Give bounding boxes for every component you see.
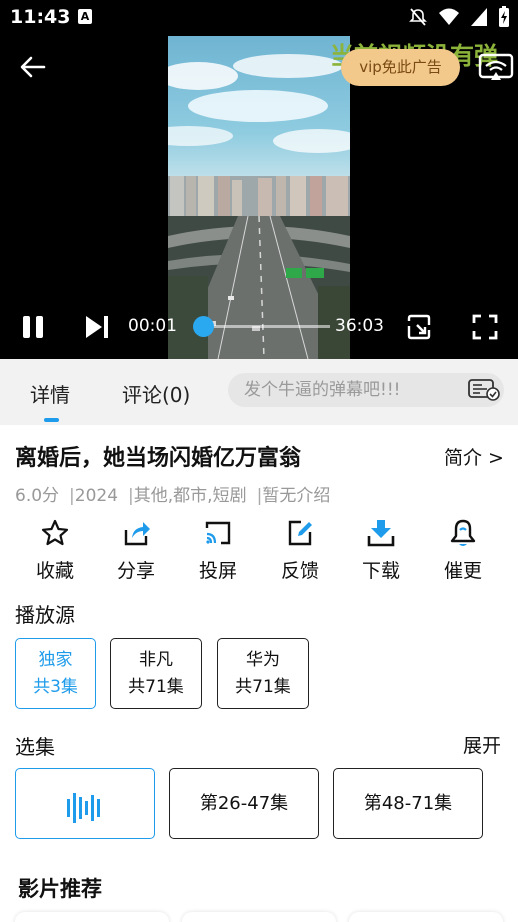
source-count: 共71集 [235, 677, 291, 697]
urge-update-button[interactable]: 催更 [432, 518, 494, 583]
intro-link[interactable]: 简介 > [444, 443, 504, 470]
share-icon [124, 522, 150, 546]
tab-details[interactable]: 详情 [30, 379, 70, 408]
episodes-section-label: 选集 [15, 735, 55, 759]
recommend-card[interactable] [15, 912, 169, 922]
drama-year: 2024 [74, 486, 119, 506]
drama-score: 6.0分 [15, 486, 60, 506]
source-count: 共71集 [128, 677, 184, 697]
source-name: 华为 [246, 650, 280, 670]
drama-title: 离婚后，她当场闪婚亿万富翁 [15, 446, 302, 471]
star-icon [41, 519, 69, 546]
action-bar: 收藏 分享 投屏 反馈 下载 催更 [0, 518, 518, 584]
tab-comments[interactable]: 评论(0) [122, 379, 190, 408]
feedback-button[interactable]: 反馈 [269, 518, 331, 583]
download-icon [367, 520, 395, 547]
source-option-huawei[interactable]: 华为 共71集 [217, 638, 309, 709]
sky-clouds [168, 54, 350, 153]
episode-range-26-47[interactable]: 第26-47集 [169, 768, 319, 839]
pause-icon[interactable] [20, 314, 46, 340]
danmu-input[interactable] [244, 373, 464, 407]
seek-bar[interactable] [202, 325, 330, 328]
detail-tabs: 详情 评论(0) [0, 359, 518, 425]
source-name: 独家 [38, 650, 73, 670]
rotate-screen-icon[interactable] [405, 313, 433, 341]
expand-episodes-button[interactable]: 展开 [463, 731, 501, 758]
share-button[interactable]: 分享 [105, 518, 167, 583]
feedback-icon [288, 520, 312, 546]
tab-indicator [44, 418, 59, 422]
source-option-exclusive[interactable]: 独家 共3集 [15, 638, 96, 709]
wifi-icon [439, 8, 459, 25]
seek-handle[interactable] [192, 316, 214, 337]
recommend-card[interactable] [182, 912, 336, 922]
feedback-label: 反馈 [280, 560, 319, 582]
recommend-section-label: 影片推荐 [18, 877, 102, 901]
bell-icon [450, 519, 476, 546]
signal-icon [471, 8, 487, 26]
drama-meta: 6.0分 |2024 |其他,都市,短剧 |暂无介绍 [15, 486, 331, 506]
favorite-button[interactable]: 收藏 [24, 518, 86, 583]
source-option-feifan[interactable]: 非凡 共71集 [110, 638, 202, 709]
video-player[interactable]: 11:43 A 当前视频没有弹 vip免此广告 [0, 0, 518, 359]
danmu-settings-icon[interactable] [468, 378, 500, 402]
vip-remove-ads-button[interactable]: vip免此广告 [341, 49, 460, 86]
status-bar: 11:43 A [0, 0, 518, 36]
danmu-bar [228, 373, 504, 407]
source-name: 非凡 [139, 650, 173, 670]
download-label: 下载 [361, 560, 400, 582]
source-count: 共3集 [33, 677, 78, 697]
fullscreen-icon[interactable] [472, 314, 498, 340]
episode-range-48-71[interactable]: 第48-71集 [333, 768, 483, 839]
status-time: 11:43 [10, 6, 71, 28]
current-time: 00:01 [128, 316, 177, 336]
cast-screen-icon[interactable] [478, 52, 514, 82]
recommend-card[interactable] [349, 912, 503, 922]
playing-bars-icon [67, 793, 100, 823]
player-controls: 00:01 36:03 [0, 306, 518, 346]
cast-button[interactable]: 投屏 [187, 518, 249, 583]
drama-description: 暂无介绍 [262, 486, 331, 506]
total-time: 36:03 [335, 316, 384, 336]
drama-genres: 其他,都市,短剧 [133, 486, 247, 506]
source-section-label: 播放源 [15, 603, 75, 627]
back-arrow-icon[interactable] [18, 52, 48, 82]
favorite-label: 收藏 [35, 560, 74, 582]
episode-range-current[interactable] [15, 768, 155, 839]
next-episode-icon[interactable] [84, 314, 110, 340]
battery-icon [499, 6, 509, 27]
urge-update-label: 催更 [443, 560, 482, 582]
cast-icon [205, 521, 231, 545]
notification-badge-icon: A [78, 9, 92, 24]
download-button[interactable]: 下载 [350, 518, 412, 583]
mute-icon [409, 8, 427, 26]
status-icons [408, 6, 510, 28]
share-label: 分享 [116, 560, 155, 582]
cast-label: 投屏 [198, 560, 237, 582]
